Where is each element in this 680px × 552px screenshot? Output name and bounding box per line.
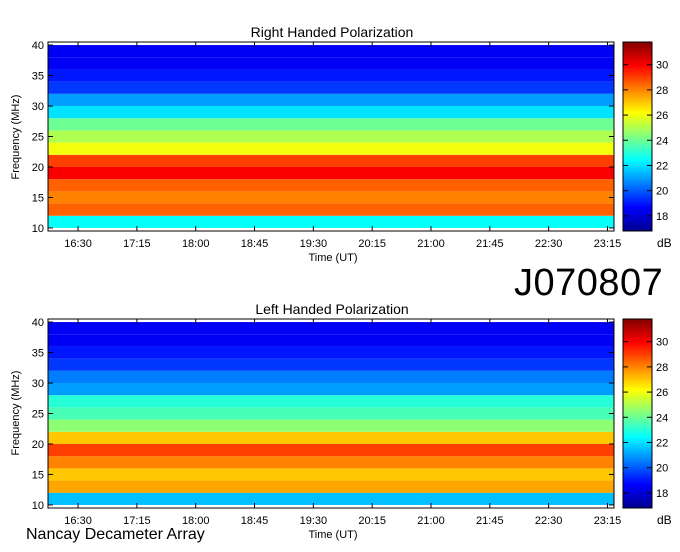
panel-left-polarization: Left Handed Polarization 10152025303540 … — [10, 301, 672, 541]
heatmap-band — [48, 480, 614, 493]
colorbar-tick-label: 26 — [656, 387, 668, 399]
colorbar-tick-label: 22 — [656, 437, 668, 449]
x-tick-label: 18:45 — [241, 515, 269, 527]
x-tick-label: 20:15 — [358, 515, 386, 527]
x-tick-label: 20:15 — [358, 238, 386, 250]
heatmap-band — [48, 130, 614, 143]
x-axis-label: Time (UT) — [308, 529, 357, 541]
y-tick-label: 15 — [32, 469, 44, 481]
heatmap-band — [48, 69, 614, 82]
colorbar — [622, 41, 653, 232]
colorbar-tick-label: 24 — [656, 135, 668, 147]
heatmap-band — [48, 370, 614, 384]
heatmap-band — [48, 93, 614, 107]
y-tick-label: 35 — [32, 71, 44, 83]
x-tick-label: 23:15 — [594, 515, 622, 527]
chart-title: Left Handed Polarization — [255, 301, 408, 317]
heatmap-band — [48, 154, 614, 167]
heatmap-band — [48, 179, 614, 192]
colorbar-tick-label: 30 — [656, 60, 668, 72]
colorbar — [622, 318, 653, 509]
heatmap-band — [48, 383, 614, 396]
x-tick-label: 17:15 — [123, 238, 151, 250]
y-tick-label: 40 — [32, 317, 44, 329]
colorbar-tick-label: 28 — [656, 85, 668, 97]
colorbar-tick-label: 30 — [656, 337, 668, 349]
x-tick-label: 21:00 — [417, 515, 445, 527]
heatmap-band — [48, 106, 614, 119]
heatmap-band — [48, 346, 614, 359]
x-tick-label: 23:15 — [594, 238, 622, 250]
spectrogram-heatmap — [48, 45, 614, 228]
x-tick-label: 21:45 — [476, 238, 504, 250]
chart-title: Right Handed Polarization — [251, 24, 414, 40]
heatmap-band — [48, 81, 614, 94]
x-tick-label: 22:30 — [535, 238, 563, 250]
heatmap-band — [48, 203, 614, 216]
y-tick-label: 40 — [32, 40, 44, 52]
x-tick-label: 22:30 — [535, 515, 563, 527]
y-tick-label: 25 — [32, 132, 44, 144]
heatmap-band — [48, 443, 614, 457]
heatmap-band — [48, 419, 614, 432]
colorbar-tick-label: 24 — [656, 412, 668, 424]
y-tick-label: 30 — [32, 378, 44, 390]
colorbar-tick-label: 28 — [656, 362, 668, 374]
colorbar-tick-label: 18 — [656, 488, 668, 500]
y-tick-label: 25 — [32, 409, 44, 421]
heatmap-band — [48, 358, 614, 371]
heatmap-band — [48, 118, 614, 131]
heatmap-band — [48, 334, 614, 347]
x-tick-label: 18:00 — [182, 238, 210, 250]
observation-id: J070807 — [514, 262, 664, 304]
heatmap-band — [48, 407, 614, 420]
heatmap-band — [48, 45, 614, 58]
heatmap-band — [48, 456, 614, 469]
heatmap-band — [48, 142, 614, 155]
heatmap-band — [48, 166, 614, 180]
heatmap-band — [48, 431, 614, 444]
heatmap-band — [48, 57, 614, 70]
heatmap-band — [48, 191, 614, 204]
y-tick-label: 20 — [32, 162, 44, 174]
x-tick-label: 18:45 — [241, 238, 269, 250]
colorbar-tick-label: 20 — [656, 463, 668, 475]
x-tick-label: 19:30 — [300, 238, 328, 250]
x-tick-label: 21:00 — [417, 238, 445, 250]
colorbar-tick-label: 26 — [656, 110, 668, 122]
heatmap-band — [48, 395, 614, 408]
heatmap-band — [48, 468, 614, 481]
spectrogram-heatmap — [48, 322, 614, 505]
colorbar-tick-label: 22 — [656, 160, 668, 172]
y-tick-label: 35 — [32, 348, 44, 360]
y-tick-label: 15 — [32, 192, 44, 204]
colorbar-tick-label: 18 — [656, 211, 668, 223]
colorbar-unit-label: dB — [657, 513, 672, 527]
panel-right-polarization: Right Handed Polarization 10 15 20 25 30 35 40… — [10, 24, 672, 264]
y-tick-label: 10 — [32, 500, 44, 512]
y-axis-label: Frequency (MHz) — [10, 95, 22, 180]
heatmap-band — [48, 322, 614, 335]
colorbar-tick-label: 20 — [656, 186, 668, 198]
y-axis-label: Frequency (MHz) — [10, 371, 22, 456]
instrument-credit: Nancay Decameter Array — [26, 526, 205, 543]
heatmap-band — [48, 492, 614, 505]
colorbar-unit-label: dB — [657, 236, 672, 250]
x-tick-label: 19:30 — [300, 515, 328, 527]
y-tick-label: 20 — [32, 439, 44, 451]
heatmap-band — [48, 215, 614, 228]
x-tick-label: 16:30 — [64, 238, 92, 250]
y-tick-label: 10 — [32, 223, 44, 235]
y-tick-label: 30 — [32, 101, 44, 113]
x-axis-label: Time (UT) — [308, 252, 357, 264]
x-tick-label: 21:45 — [476, 515, 504, 527]
